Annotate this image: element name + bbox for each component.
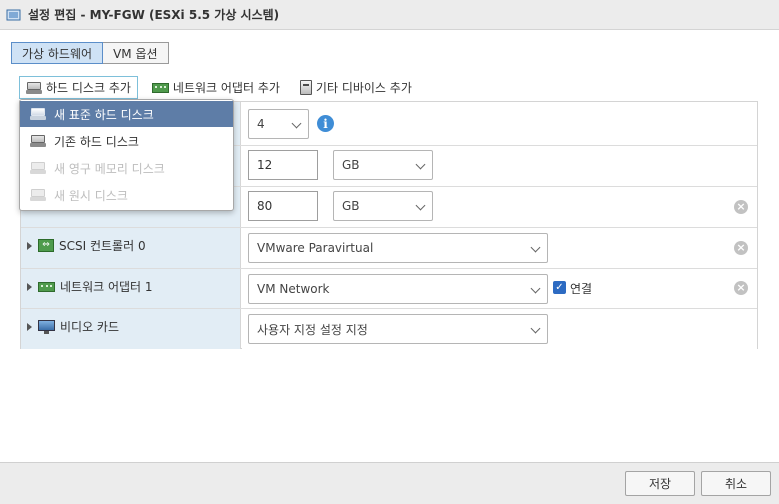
add-hard-disk-menu: 새 표준 하드 디스크 기존 하드 디스크 새 영구 메모리 디스크 새 원시 … [19, 99, 234, 211]
scsi-controller-icon: ⇔ [38, 239, 54, 252]
info-icon[interactable]: i [317, 115, 334, 132]
remove-scsi-icon[interactable]: × [734, 241, 748, 255]
expand-arrow-icon[interactable] [27, 282, 32, 291]
remove-nic-icon[interactable]: × [734, 281, 748, 295]
chevron-down-icon [530, 242, 541, 253]
disk-unit-select[interactable]: GB [333, 191, 433, 221]
dialog-footer: 저장 취소 [0, 462, 779, 504]
scsi-label: SCSI 컨트롤러 0 [59, 239, 146, 253]
disk-size-input[interactable]: 80 [248, 191, 318, 221]
title-bar: 설정 편집 - MY-FGW (ESXi 5.5 가상 시스템) [0, 0, 779, 30]
video-settings-select[interactable]: 사용자 지정 설정 지정 [248, 314, 548, 344]
chevron-down-icon [530, 283, 541, 294]
network-adapter-icon [151, 82, 169, 93]
scsi-type-select[interactable]: VMware Paravirtual [248, 233, 548, 263]
chevron-down-icon [415, 200, 426, 211]
connect-checkbox[interactable]: ✓ [553, 281, 566, 294]
vm-edit-icon [6, 8, 22, 22]
cancel-button[interactable]: 취소 [701, 471, 771, 496]
memory-unit-select[interactable]: GB [333, 150, 433, 180]
video-card-label: 비디오 카드 [60, 320, 120, 334]
network-adapter-label: 네트워크 어댑터 1 [60, 280, 153, 294]
chevron-down-icon [291, 118, 302, 129]
add-other-device-button[interactable]: 기타 디바이스 추가 [294, 76, 418, 99]
menu-item-existing-disk[interactable]: 기존 하드 디스크 [20, 128, 233, 154]
menu-item-new-raw-disk: 새 원시 디스크 [20, 182, 233, 208]
tab-virtual-hardware[interactable]: 가상 하드웨어 [11, 42, 104, 64]
window-title: 설정 편집 - MY-FGW (ESXi 5.5 가상 시스템) [28, 8, 280, 22]
hard-disk-icon [26, 81, 42, 94]
connect-label: 연결 [570, 282, 593, 296]
hard-disk-icon [30, 108, 46, 120]
add-network-adapter-button[interactable]: 네트워크 어댑터 추가 [146, 76, 286, 99]
add-hard-disk-button[interactable]: 하드 디스크 추가 [19, 76, 138, 99]
add-hard-disk-label: 하드 디스크 추가 [46, 81, 131, 95]
tab-bar: 가상 하드웨어 VM 옵션 [11, 42, 169, 64]
chevron-down-icon [530, 323, 541, 334]
expand-arrow-icon[interactable] [27, 241, 32, 250]
device-icon [299, 80, 312, 95]
network-adapter-icon [38, 281, 55, 292]
expand-arrow-icon[interactable] [27, 322, 32, 331]
tab-vm-options[interactable]: VM 옵션 [103, 42, 169, 64]
hard-disk-icon [30, 162, 46, 174]
network-select[interactable]: VM Network [248, 274, 548, 304]
video-card-row: 비디오 카드 사용자 지정 설정 지정 [21, 309, 757, 349]
save-button[interactable]: 저장 [625, 471, 695, 496]
device-toolbar: 하드 디스크 추가 네트워크 어댑터 추가 기타 디바이스 추가 [19, 76, 426, 99]
menu-item-new-pmem-disk: 새 영구 메모리 디스크 [20, 155, 233, 181]
scsi-row: ⇔ SCSI 컨트롤러 0 VMware Paravirtual × [21, 228, 757, 269]
memory-input[interactable]: 12 [248, 150, 318, 180]
network-adapter-row: 네트워크 어댑터 1 VM Network ✓ 연결 × [21, 269, 757, 309]
hard-disk-icon [30, 135, 46, 147]
chevron-down-icon [415, 159, 426, 170]
add-other-device-label: 기타 디바이스 추가 [315, 81, 412, 95]
remove-disk-icon[interactable]: × [734, 200, 748, 214]
cpu-select[interactable]: 4 [248, 109, 309, 139]
menu-item-new-standard-disk[interactable]: 새 표준 하드 디스크 [20, 101, 233, 127]
monitor-icon [38, 319, 55, 334]
hard-disk-icon [30, 189, 46, 201]
add-network-adapter-label: 네트워크 어댑터 추가 [172, 81, 280, 95]
